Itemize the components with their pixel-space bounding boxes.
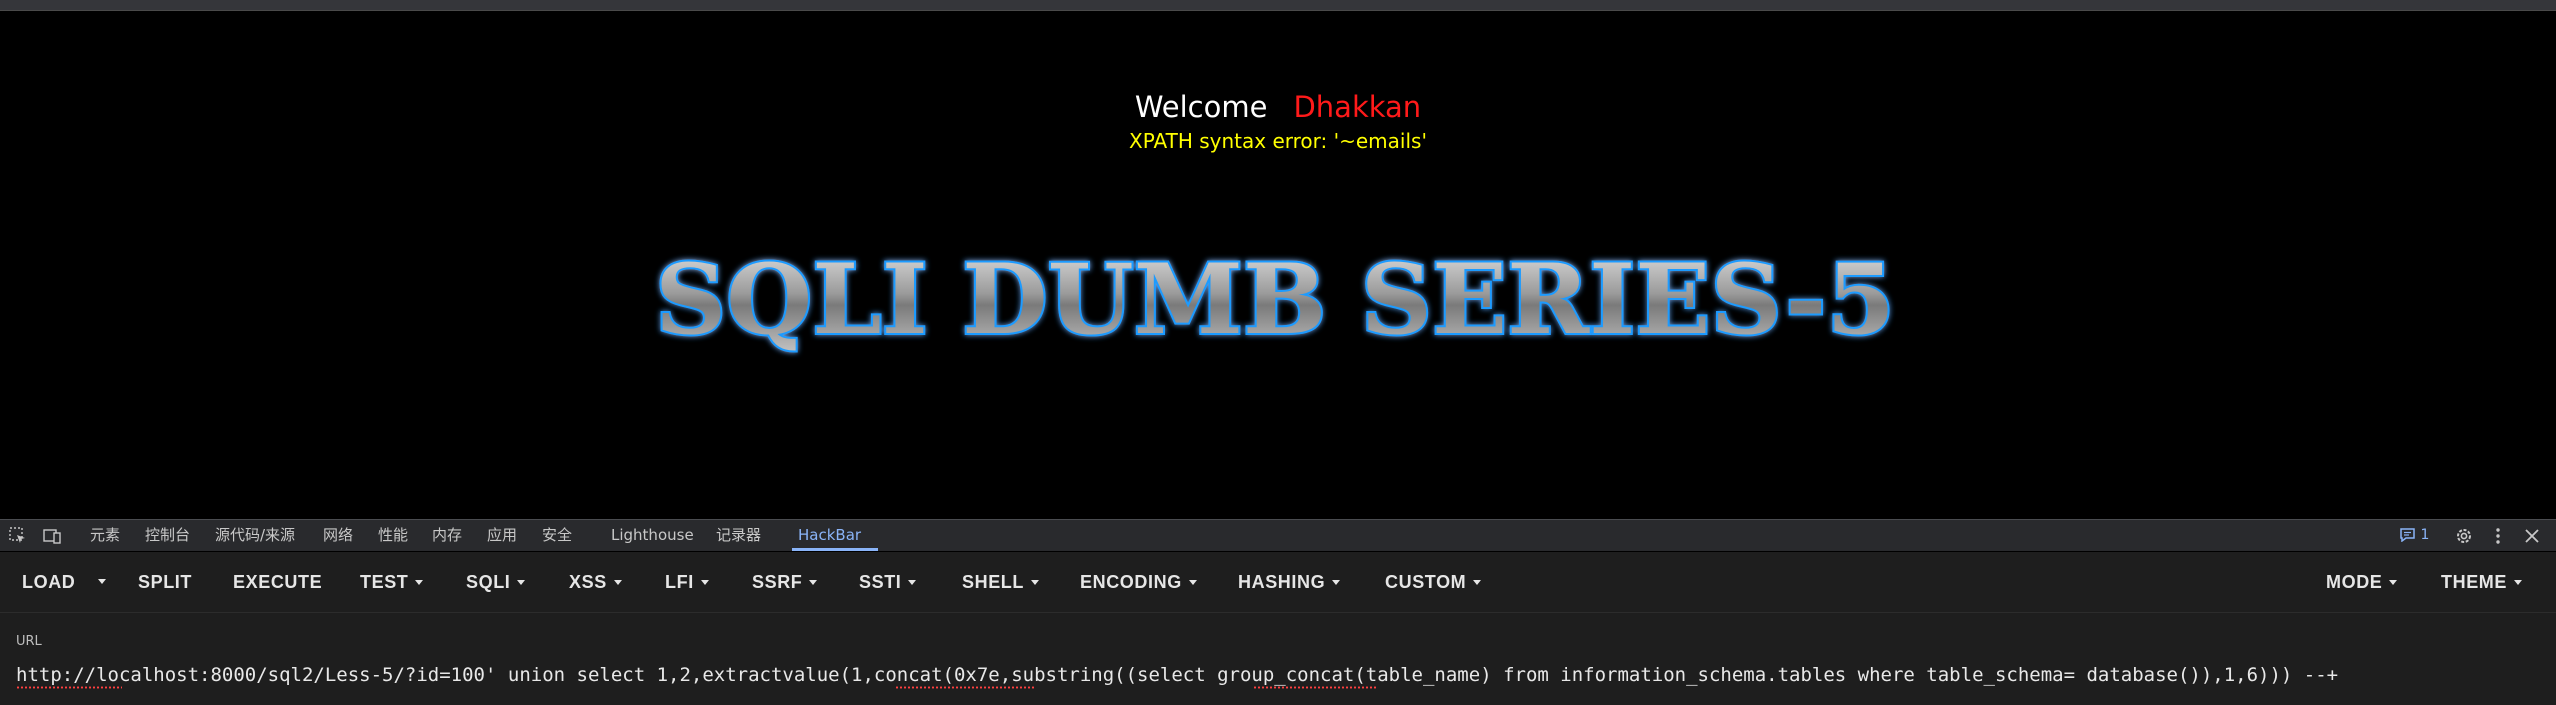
test-menu-label: TEST <box>360 572 409 592</box>
inspect-element-icon[interactable] <box>8 526 28 546</box>
lfi-menu-button[interactable]: LFI <box>665 552 709 612</box>
active-tab-indicator <box>792 548 878 551</box>
execute-button[interactable]: EXECUTE <box>233 552 322 612</box>
url-label: URL <box>16 634 42 649</box>
welcome-username: Dhakkan <box>1293 90 1422 124</box>
devtools-tab-sources[interactable]: 源代码/来源 <box>215 520 295 551</box>
load-dropdown-button[interactable] <box>88 552 118 612</box>
devtools-tab-network[interactable]: 网络 <box>323 520 353 551</box>
sqli-series-banner: SQLI DUMB SERIES-5 <box>653 241 1897 358</box>
hashing-menu-button[interactable]: HASHING <box>1238 552 1341 612</box>
shell-menu-button[interactable]: SHELL <box>962 552 1040 612</box>
issues-count: 1 <box>2420 527 2430 543</box>
mode-menu-button[interactable]: MODE <box>2326 552 2398 612</box>
load-button[interactable]: LOAD <box>22 552 75 612</box>
devtools-tab-console[interactable]: 控制台 <box>145 520 190 551</box>
ssrf-menu-label: SSRF <box>752 572 803 592</box>
custom-menu-button[interactable]: CUSTOM <box>1385 552 1482 612</box>
devtools-tab-recorder[interactable]: 记录器 <box>716 520 761 551</box>
chevron-down-icon <box>415 579 424 585</box>
banner-text: SQLI DUMB SERIES-5 <box>655 243 1895 356</box>
device-toolbar-icon[interactable] <box>42 526 62 546</box>
chevron-down-icon <box>613 579 622 585</box>
chevron-down-icon <box>908 579 917 585</box>
more-options-icon[interactable] <box>2488 526 2508 546</box>
custom-menu-label: CUSTOM <box>1385 572 1467 592</box>
chevron-down-icon <box>700 579 709 585</box>
chevron-down-icon <box>517 579 526 585</box>
devtools-tab-hackbar[interactable]: HackBar <box>798 520 861 551</box>
devtools-tab-bar: 元素 控制台 源代码/来源 网络 性能 内存 应用 安全 Lighthouse … <box>0 519 2556 551</box>
chevron-down-icon <box>1473 579 1482 585</box>
encoding-menu-label: ENCODING <box>1080 572 1182 592</box>
browser-chrome-strip <box>0 0 2556 11</box>
devtools-tab-lighthouse[interactable]: Lighthouse <box>611 520 694 551</box>
theme-menu-label: THEME <box>2441 572 2507 592</box>
sqli-menu-label: SQLI <box>466 572 511 592</box>
devtools-tab-application[interactable]: 应用 <box>487 520 517 551</box>
chevron-down-icon <box>2389 579 2398 585</box>
chevron-down-icon <box>1332 579 1341 585</box>
devtools-tab-elements[interactable]: 元素 <box>90 520 120 551</box>
welcome-line: Welcome Dhakkan <box>0 89 2556 125</box>
split-button[interactable]: SPLIT <box>138 552 192 612</box>
test-menu-button[interactable]: TEST <box>360 552 424 612</box>
hashing-menu-label: HASHING <box>1238 572 1326 592</box>
hackbar-url-panel: URL http://localhost:8000/sql2/Less-5/?i… <box>0 613 2556 705</box>
chevron-down-icon <box>2514 579 2522 585</box>
message-icon <box>2400 528 2415 543</box>
ssrf-menu-button[interactable]: SSRF <box>752 552 818 612</box>
ssti-menu-button[interactable]: SSTI <box>859 552 917 612</box>
encoding-menu-button[interactable]: ENCODING <box>1080 552 1197 612</box>
theme-menu-button[interactable]: THEME <box>2441 552 2522 612</box>
welcome-text: Welcome <box>1134 90 1268 124</box>
devtools-tab-performance[interactable]: 性能 <box>378 520 408 551</box>
xpath-error-message: XPATH syntax error: '~emails' <box>1129 129 1427 153</box>
issues-badge[interactable]: 1 <box>2400 520 2429 551</box>
chevron-down-icon <box>1031 579 1040 585</box>
spellcheck-underline <box>16 686 122 689</box>
sqli-menu-button[interactable]: SQLI <box>466 552 526 612</box>
settings-gear-icon[interactable] <box>2454 526 2474 546</box>
chevron-down-icon <box>1188 579 1197 585</box>
xss-menu-button[interactable]: XSS <box>569 552 622 612</box>
page-viewport: Welcome Dhakkan XPATH syntax error: '~ema… <box>0 11 2556 519</box>
ssti-menu-label: SSTI <box>859 572 902 592</box>
spellcheck-underline <box>895 686 1035 689</box>
close-devtools-icon[interactable] <box>2522 526 2542 546</box>
mode-menu-label: MODE <box>2326 572 2383 592</box>
browser-window: Welcome Dhakkan XPATH syntax error: '~ema… <box>0 0 2556 705</box>
hackbar-toolbar: LOAD SPLIT EXECUTE TEST SQLI XSS LFI SSR… <box>0 552 2556 613</box>
devtools-tab-security[interactable]: 安全 <box>542 520 572 551</box>
lfi-menu-label: LFI <box>665 572 694 592</box>
chevron-down-icon <box>809 579 818 585</box>
shell-menu-label: SHELL <box>962 572 1025 592</box>
devtools-tab-memory[interactable]: 内存 <box>432 520 462 551</box>
chevron-down-icon <box>98 579 106 584</box>
xss-menu-label: XSS <box>569 572 607 592</box>
spellcheck-underline <box>1253 686 1378 689</box>
